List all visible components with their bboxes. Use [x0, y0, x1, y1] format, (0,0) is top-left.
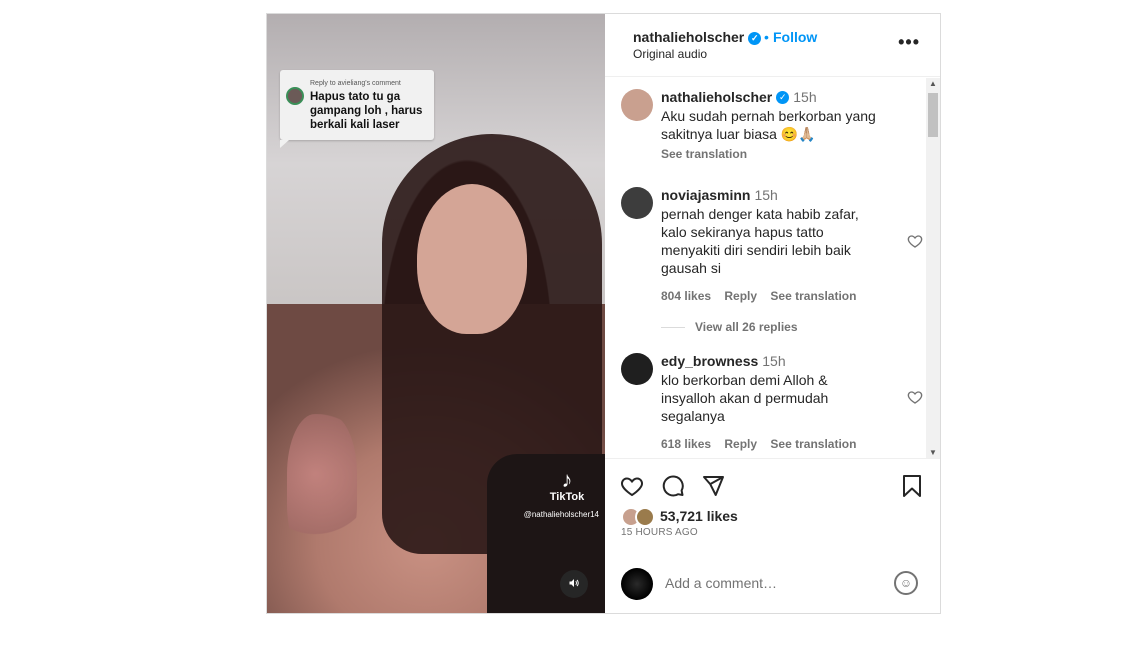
- reply-sticker-header: Reply to avieliang's comment: [310, 80, 401, 87]
- header-username-row[interactable]: nathalieholscher ✓: [633, 29, 762, 45]
- see-translation-link[interactable]: See translation: [770, 289, 856, 303]
- current-user-avatar: [621, 568, 653, 600]
- see-translation-link[interactable]: See translation: [661, 147, 747, 161]
- comment-time: 15h: [793, 89, 817, 105]
- heart-icon: [907, 391, 923, 404]
- tiktok-logo-icon: ♪: [561, 467, 573, 492]
- mute-button[interactable]: [560, 570, 588, 598]
- post-sidebar: nathalieholscher ✓ • Follow Original audi…: [605, 14, 940, 613]
- comment-username[interactable]: nathalieholscher: [661, 89, 772, 105]
- add-comment-bar: Add a comment… ☺: [605, 558, 940, 613]
- save-button[interactable]: [899, 473, 925, 499]
- post-timestamp[interactable]: 15 HOURS AGO: [621, 527, 698, 538]
- comment-like-button[interactable]: [907, 389, 923, 408]
- comment-username[interactable]: edy_browness: [661, 353, 758, 369]
- emoji-picker-button[interactable]: ☺: [894, 571, 918, 595]
- emoji-icon: ☺: [899, 576, 913, 590]
- post-actions: 53,721 likes 15 HOURS AGO: [605, 458, 940, 558]
- tiktok-brand-label: TikTok: [549, 491, 585, 503]
- reply-button[interactable]: Reply: [724, 289, 757, 303]
- comments-list[interactable]: nathalieholscher ✓ 15h Aku sudah pernah be…: [605, 78, 940, 458]
- comment-avatar[interactable]: [621, 353, 653, 385]
- comment-avatar[interactable]: [621, 187, 653, 219]
- bookmark-icon: [903, 475, 921, 497]
- comment-username[interactable]: noviajasminn: [661, 187, 750, 203]
- scroll-down-arrow-icon[interactable]: ▼: [929, 448, 937, 457]
- comment-text: pernah denger kata habib zafar, kalo sek…: [661, 206, 859, 276]
- view-all-replies-button[interactable]: View all 26 replies: [661, 320, 798, 334]
- video-tattoo-shape: [287, 414, 357, 564]
- more-options-button[interactable]: •••: [898, 32, 920, 53]
- scroll-up-arrow-icon[interactable]: ▲: [929, 79, 937, 88]
- comment-avatar[interactable]: [621, 89, 653, 121]
- comment-likes[interactable]: 618 likes: [661, 437, 711, 451]
- comment-text: Aku sudah pernah berkorban yang sakitnya…: [661, 108, 876, 142]
- share-button[interactable]: [700, 473, 726, 499]
- comment-like-button[interactable]: [907, 233, 923, 252]
- tiktok-handle: @nathalieholscher14: [523, 510, 599, 519]
- reply-to-comment-sticker: Reply to avieliang's comment Hapus tato …: [280, 70, 434, 148]
- heart-icon: [907, 235, 923, 248]
- send-icon: [703, 476, 724, 496]
- comment-button[interactable]: [660, 473, 686, 499]
- speaker-icon: [568, 577, 580, 592]
- comment-text: klo berkorban demi Alloh & insyalloh aka…: [661, 372, 829, 424]
- liked-by-avatars[interactable]: [621, 507, 657, 527]
- reply-sticker-avatar: [286, 87, 304, 105]
- header-username[interactable]: nathalieholscher: [633, 29, 744, 45]
- see-translation-link[interactable]: See translation: [770, 437, 856, 451]
- avatar: [635, 507, 655, 527]
- comments-scrollbar[interactable]: ▲ ▼: [926, 78, 940, 458]
- add-comment-input[interactable]: Add a comment…: [665, 575, 777, 591]
- video-face-shape: [417, 184, 527, 334]
- post-video[interactable]: Reply to avieliang's comment Hapus tato …: [267, 14, 605, 613]
- verified-badge-icon: ✓: [748, 31, 762, 45]
- comment-time: 15h: [754, 187, 778, 203]
- follow-button[interactable]: Follow: [773, 29, 817, 45]
- comment-time: 15h: [762, 353, 786, 369]
- comment-icon: [662, 475, 684, 497]
- like-button[interactable]: [619, 473, 645, 499]
- verified-badge-icon: ✓: [776, 91, 790, 105]
- original-audio-link[interactable]: Original audio: [633, 47, 707, 61]
- reply-button[interactable]: Reply: [724, 437, 757, 451]
- post-container: Reply to avieliang's comment Hapus tato …: [266, 13, 941, 614]
- tiktok-watermark: ♪ TikTok: [537, 467, 597, 504]
- comment-likes[interactable]: 804 likes: [661, 289, 711, 303]
- post-header: nathalieholscher ✓ • Follow Original audi…: [605, 14, 940, 77]
- scrollbar-thumb[interactable]: [928, 93, 938, 137]
- more-horizontal-icon: •••: [898, 32, 920, 52]
- likes-count[interactable]: 53,721 likes: [660, 508, 738, 524]
- header-separator: •: [764, 29, 769, 45]
- heart-icon: [621, 477, 643, 497]
- reply-sticker-text: Hapus tato tu ga gampang loh , harus ber…: [310, 91, 423, 131]
